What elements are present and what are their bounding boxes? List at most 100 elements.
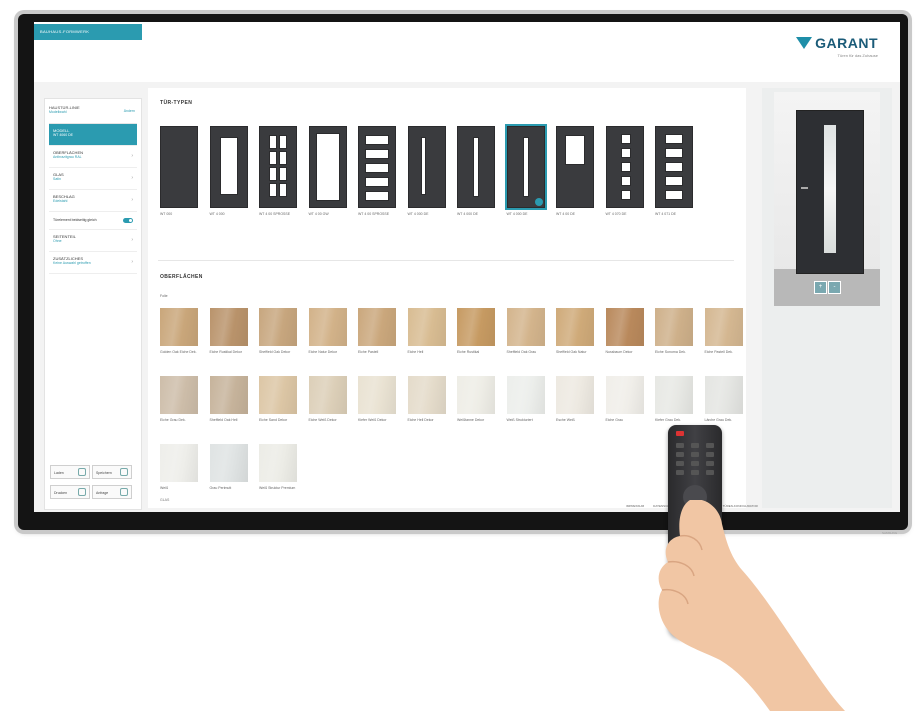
tv-brand-label: SAMSUNG bbox=[882, 531, 898, 535]
door-glass bbox=[269, 135, 277, 149]
foil-subsection-label: Folie bbox=[160, 294, 168, 298]
door-type-thumb[interactable] bbox=[605, 126, 644, 208]
remote-button bbox=[691, 470, 699, 475]
door-type-label: WT 000 bbox=[160, 212, 173, 216]
toggle-switch[interactable] bbox=[123, 218, 133, 223]
door-glass bbox=[620, 148, 631, 158]
surface-swatch[interactable] bbox=[358, 308, 396, 346]
surface-swatch[interactable] bbox=[407, 376, 446, 414]
remote-button bbox=[706, 461, 714, 466]
door-type-thumb[interactable] bbox=[407, 126, 446, 208]
door-type-thumb[interactable] bbox=[358, 126, 396, 208]
surface-swatch[interactable] bbox=[655, 376, 693, 414]
surface-swatch-label: Nussbaum Dekor bbox=[605, 350, 633, 354]
surface-swatch-label: Weiß bbox=[160, 486, 169, 490]
door-glass bbox=[279, 183, 287, 197]
preview-floor bbox=[774, 269, 880, 306]
surface-swatch[interactable] bbox=[605, 308, 644, 346]
surface-swatch[interactable] bbox=[556, 376, 594, 414]
surface-swatch-label: Eiche Sonoma Dek. bbox=[655, 350, 686, 354]
surface-swatch-label: Eiche Pastell Dek. bbox=[704, 350, 733, 354]
remote-button bbox=[706, 443, 714, 448]
door-type-thumb[interactable] bbox=[308, 126, 347, 208]
surface-swatch[interactable] bbox=[209, 376, 248, 414]
sidebar-item-4[interactable]: BESCHLAG Edelstahl › bbox=[49, 190, 137, 212]
surface-swatch[interactable] bbox=[556, 308, 594, 346]
surface-swatch-label: Esche Weiß bbox=[556, 418, 575, 422]
door-type-thumb[interactable] bbox=[209, 126, 248, 208]
edit-link[interactable]: Ändern bbox=[124, 109, 135, 113]
zoom-out-button[interactable]: - bbox=[828, 281, 841, 294]
surface-swatch-label: Eiche Grau Dek. bbox=[160, 418, 186, 422]
folder-icon bbox=[78, 468, 86, 476]
surface-swatch-label: Golden Oak Eiche Dek. bbox=[160, 350, 197, 354]
print-button[interactable]: Drucken bbox=[50, 485, 90, 499]
surface-swatch[interactable] bbox=[259, 308, 297, 346]
surface-swatch[interactable] bbox=[358, 376, 396, 414]
print-icon bbox=[78, 488, 86, 496]
door-glass bbox=[665, 134, 683, 144]
surface-swatch[interactable] bbox=[209, 308, 248, 346]
surface-swatch-label: Eiche Natur Dekor bbox=[308, 350, 338, 354]
door-glass bbox=[365, 163, 389, 173]
surface-swatch[interactable] bbox=[259, 376, 297, 414]
surface-swatch[interactable] bbox=[160, 376, 198, 414]
door-type-label: WT 4 000 DE bbox=[506, 212, 528, 216]
surface-swatch[interactable] bbox=[506, 308, 545, 346]
sidebar-extra-item-1[interactable]: SEITENTEIL Ohne › bbox=[49, 230, 137, 252]
sidebar-item-3[interactable]: GLAS Satin › bbox=[49, 168, 137, 190]
surface-swatch[interactable] bbox=[457, 376, 495, 414]
door-type-thumb[interactable] bbox=[457, 126, 495, 208]
sidebar-extra-item-2[interactable]: ZUSÄTZLICHES Keine Auswahl getroffen › bbox=[49, 252, 137, 274]
sidebar-item-1[interactable]: MODELL WT 4060 DE bbox=[49, 124, 137, 146]
door-type-thumb[interactable] bbox=[504, 124, 547, 210]
door-type-thumb[interactable] bbox=[259, 126, 297, 208]
request-button-label: Anfrage bbox=[96, 491, 109, 495]
sidebar-item-subtitle: Satin bbox=[53, 177, 61, 181]
chevron-right-icon: › bbox=[131, 237, 133, 243]
surface-swatch-label: Weiß Strukturiert bbox=[506, 418, 533, 422]
surface-swatch-label: Grau Perlmutt bbox=[209, 486, 232, 490]
request-button[interactable]: Anfrage bbox=[92, 485, 132, 499]
surface-swatch[interactable] bbox=[259, 444, 297, 482]
surface-swatch[interactable] bbox=[704, 376, 743, 414]
configurator-screen: BAUHAUS-FORMWERK GARANT Türen für das Zu… bbox=[34, 22, 900, 512]
section-divider bbox=[158, 260, 734, 261]
surface-swatch[interactable] bbox=[457, 308, 495, 346]
surface-swatch[interactable] bbox=[704, 308, 743, 346]
load-button[interactable]: Laden bbox=[50, 465, 90, 479]
door-glass bbox=[522, 137, 529, 197]
door-type-label: WT 4 00 DE bbox=[556, 212, 575, 216]
surface-swatch[interactable] bbox=[209, 444, 248, 482]
product-line-tab[interactable]: BAUHAUS-FORMWERK bbox=[34, 24, 142, 40]
remote-button bbox=[706, 470, 714, 475]
door-type-thumb[interactable] bbox=[556, 126, 594, 208]
save-button[interactable]: Speichern bbox=[92, 465, 132, 479]
same-both-sides-toggle-row[interactable]: Türelement beidseitig gleich bbox=[49, 212, 137, 230]
surface-swatch[interactable] bbox=[308, 376, 347, 414]
door-glass bbox=[620, 162, 631, 172]
footer-link-imprint[interactable]: IMPRESSUM bbox=[626, 504, 644, 508]
sidebar-header: HAUSTÜR-LINIE Modellwahl Ändern bbox=[49, 105, 137, 124]
zoom-in-button[interactable]: + bbox=[814, 281, 827, 294]
door-glass bbox=[620, 134, 631, 144]
surface-swatch-label: Eiche Hell bbox=[407, 350, 424, 354]
door-type-thumb[interactable] bbox=[655, 126, 693, 208]
surface-swatch[interactable] bbox=[160, 308, 198, 346]
surface-swatch-label: Eiche Weiß Dekor bbox=[308, 418, 337, 422]
door-type-label: WT 4 000 DE bbox=[407, 212, 429, 216]
door-glass bbox=[279, 167, 287, 181]
surface-swatch[interactable] bbox=[655, 308, 693, 346]
surface-swatch[interactable] bbox=[506, 376, 545, 414]
sidebar-item-subtitle: WT 4060 DE bbox=[53, 133, 73, 137]
door-type-thumb[interactable] bbox=[160, 126, 198, 208]
surface-swatch[interactable] bbox=[308, 308, 347, 346]
sidebar-item-subtitle: Ohne bbox=[53, 239, 62, 243]
sidebar-item-2[interactable]: OBERFLÄCHEN Anthrazitgrau RAL › bbox=[49, 146, 137, 168]
selected-check-icon bbox=[534, 198, 543, 206]
surface-swatch[interactable] bbox=[160, 444, 198, 482]
surface-swatch[interactable] bbox=[605, 376, 644, 414]
surface-swatch-label: Eiche Grau bbox=[605, 418, 624, 422]
load-button-label: Laden bbox=[54, 471, 64, 475]
surface-swatch[interactable] bbox=[407, 308, 446, 346]
